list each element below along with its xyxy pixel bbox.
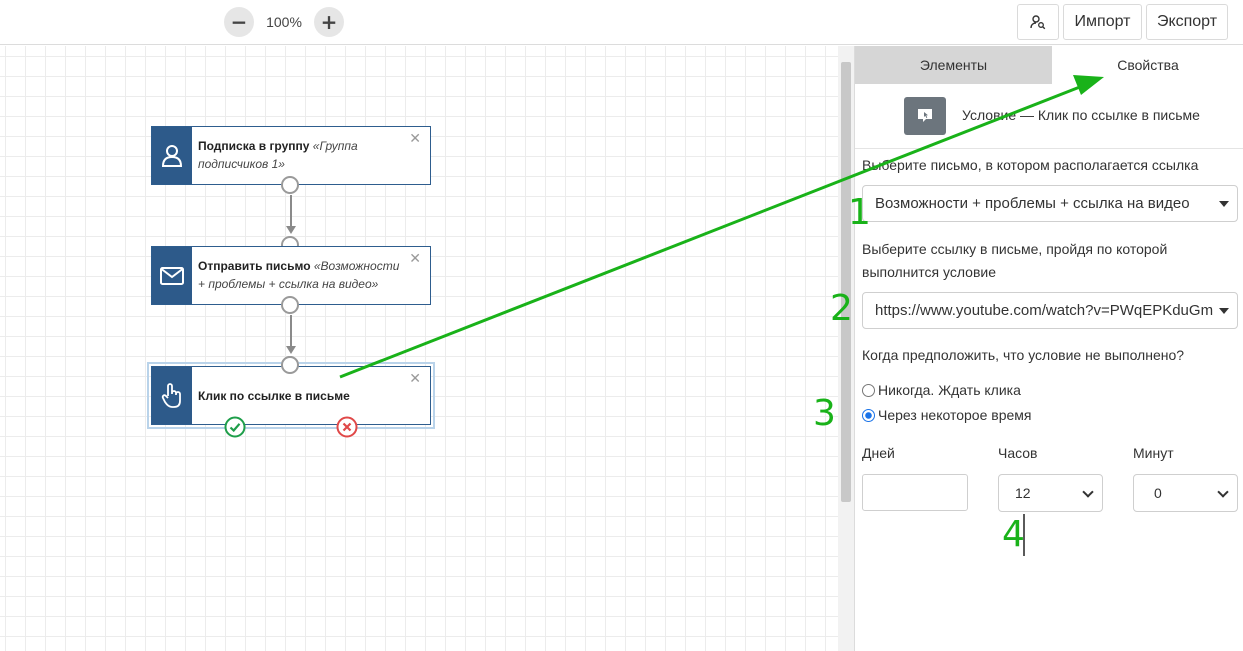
panel-divider xyxy=(855,148,1243,149)
minutes-select[interactable]: 0 xyxy=(1133,474,1238,512)
node-icon-box xyxy=(152,247,192,304)
hours-select-value: 12 xyxy=(1015,485,1031,501)
hand-pointer-icon xyxy=(161,382,181,408)
node-title: Подписка в группу xyxy=(198,139,310,153)
zoom-out-button[interactable]: − xyxy=(224,7,254,37)
node-icon-box xyxy=(152,127,192,184)
comment-pointer-icon xyxy=(918,109,932,122)
condition-title: Условие — Клик по ссылке в письме xyxy=(962,107,1200,123)
link-select-value: https://www.youtube.com/watch?v=PWqEPKdu… xyxy=(875,302,1213,319)
user-search-button[interactable] xyxy=(1017,4,1059,40)
fail-condition-label: Когда предположить, что условие не выпол… xyxy=(862,347,1185,363)
node-port[interactable] xyxy=(281,176,299,194)
node-title: Клик по ссылке в письме xyxy=(198,389,350,403)
node-port[interactable] xyxy=(281,356,299,374)
envelope-icon xyxy=(160,266,184,285)
node-port[interactable] xyxy=(281,296,299,314)
link-select-label: Выберите ссылку в письме, пройдя по кото… xyxy=(862,241,1168,280)
x-circle-icon[interactable] xyxy=(336,416,358,438)
annotation-number: 3 xyxy=(813,393,836,434)
radio-after-label: Через некоторое время xyxy=(878,407,1032,423)
hours-label: Часов xyxy=(998,445,1038,461)
node-title: Отправить письмо xyxy=(198,259,311,273)
minutes-select-value: 0 xyxy=(1154,485,1162,501)
check-circle-icon[interactable] xyxy=(224,416,246,438)
close-icon[interactable]: ✕ xyxy=(409,251,421,267)
condition-icon-box xyxy=(904,97,946,135)
annotation-number: 4 xyxy=(1002,514,1025,555)
node-icon-box xyxy=(152,367,192,424)
days-label: Дней xyxy=(862,445,895,461)
zoom-level: 100% xyxy=(266,14,302,30)
close-icon[interactable]: ✕ xyxy=(409,131,421,147)
radio-button-selected[interactable] xyxy=(862,408,875,422)
email-select-value: Возможности + проблемы + ссылка на видео xyxy=(875,195,1190,212)
user-search-icon xyxy=(1030,15,1046,30)
node-text: Клик по ссылке в письме xyxy=(198,387,408,405)
import-button[interactable]: Импорт xyxy=(1063,4,1142,40)
annotation-number: 1 xyxy=(848,192,871,233)
radio-after-time[interactable]: Через некоторое время xyxy=(862,407,1031,423)
flow-node-link-click[interactable]: Клик по ссылке в письме ✕ xyxy=(151,366,431,425)
canvas-scroll-thumb[interactable] xyxy=(841,62,851,502)
caret-down-icon xyxy=(1219,200,1229,207)
user-icon xyxy=(161,144,183,167)
chevron-down-icon xyxy=(1082,486,1094,498)
node-text: Отправить письмо «Возможности + проблемы… xyxy=(198,257,408,293)
caret-down-icon xyxy=(1219,307,1229,314)
radio-button[interactable] xyxy=(862,383,875,397)
annotation-number: 2 xyxy=(830,288,853,329)
zoom-in-button[interactable]: + xyxy=(314,7,344,37)
toolbar: − 100% + Импорт Экспорт xyxy=(0,0,1243,45)
radio-never[interactable]: Никогда. Ждать клика xyxy=(862,382,1021,398)
days-input[interactable] xyxy=(862,474,968,511)
node-text: Подписка в группу «Группа подписчиков 1» xyxy=(198,137,408,173)
close-icon[interactable]: ✕ xyxy=(409,371,421,387)
radio-never-label: Никогда. Ждать клика xyxy=(878,382,1021,398)
email-select-label: Выберите письмо, в котором располагается… xyxy=(862,157,1199,173)
minutes-label: Минут xyxy=(1133,445,1174,461)
properties-panel: Элементы Свойства Условие — Клик по ссыл… xyxy=(854,46,1243,651)
tab-elements[interactable]: Элементы xyxy=(855,46,1052,84)
chevron-down-icon xyxy=(1217,486,1229,498)
email-select[interactable]: Возможности + проблемы + ссылка на видео xyxy=(862,185,1238,222)
export-button[interactable]: Экспорт xyxy=(1146,4,1228,40)
tab-properties[interactable]: Свойства xyxy=(1052,46,1243,84)
hours-select[interactable]: 12 xyxy=(998,474,1103,512)
link-select[interactable]: https://www.youtube.com/watch?v=PWqEPKdu… xyxy=(862,292,1238,329)
